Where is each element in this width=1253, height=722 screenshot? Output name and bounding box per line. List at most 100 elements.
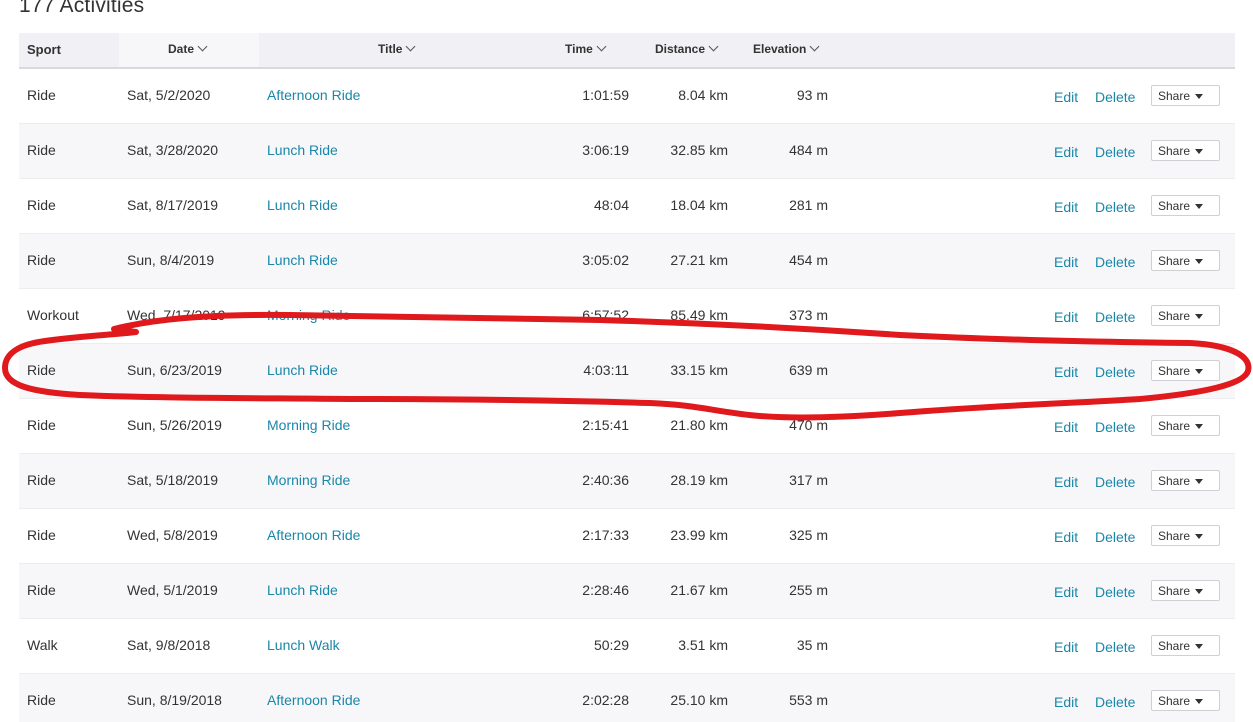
share-button-label: Share [1158, 309, 1191, 323]
chevron-down-icon [596, 41, 607, 52]
share-dropdown-button[interactable]: Share [1151, 140, 1220, 161]
delete-link[interactable]: Delete [1095, 676, 1135, 722]
table-row: Ride Sat, 3/28/2020 Lunch Ride 3:06:19 32.85… [19, 124, 1235, 179]
sport-cell: Ride [27, 527, 56, 543]
column-header-elevation-label: Elevation [753, 42, 807, 56]
column-header-distance[interactable]: Distance [655, 33, 719, 67]
activity-title-link[interactable]: Lunch Ride [267, 234, 338, 286]
share-button-label: Share [1158, 474, 1191, 488]
share-dropdown-button[interactable]: Share [1151, 305, 1220, 326]
distance-cell: 32.85 km [670, 142, 728, 158]
delete-link[interactable]: Delete [1095, 236, 1135, 288]
share-dropdown-button[interactable]: Share [1151, 195, 1220, 216]
time-cell: 4:03:11 [583, 362, 629, 378]
activity-title-link[interactable]: Afternoon Ride [267, 69, 360, 121]
edit-link[interactable]: Edit [1054, 126, 1078, 178]
activity-title-link[interactable]: Morning Ride [267, 289, 350, 341]
column-header-title[interactable]: Title [378, 33, 416, 67]
share-dropdown-button[interactable]: Share [1151, 250, 1220, 271]
table-row: Ride Sat, 8/17/2019 Lunch Ride 48:04 18.04 k… [19, 179, 1235, 234]
edit-link[interactable]: Edit [1054, 566, 1078, 618]
table-body: Ride Sat, 5/2/2020 Afternoon Ride 1:01:59 8.… [19, 69, 1235, 722]
edit-link[interactable]: Edit [1054, 346, 1078, 398]
share-dropdown-button[interactable]: Share [1151, 635, 1220, 656]
time-cell: 3:06:19 [582, 142, 629, 158]
column-header-sport[interactable]: Sport [27, 33, 61, 67]
sport-cell: Ride [27, 692, 56, 708]
time-cell: 48:04 [593, 197, 629, 213]
activity-title-link[interactable]: Morning Ride [267, 399, 350, 451]
caret-down-icon [1195, 534, 1203, 539]
elevation-cell: 325 m [789, 527, 828, 543]
activity-title-link[interactable]: Morning Ride [267, 454, 350, 506]
delete-link[interactable]: Delete [1095, 621, 1135, 673]
date-cell: Sun, 5/26/2019 [127, 417, 222, 433]
table-row: Ride Wed, 5/1/2019 Lunch Ride 2:28:46 21.67 … [19, 564, 1235, 619]
elevation-cell: 639 m [789, 362, 828, 378]
caret-down-icon [1195, 589, 1203, 594]
activity-title-link[interactable]: Lunch Ride [267, 564, 338, 616]
delete-link[interactable]: Delete [1095, 71, 1135, 123]
column-header-time-label: Time [565, 42, 593, 56]
delete-link[interactable]: Delete [1095, 291, 1135, 343]
delete-link[interactable]: Delete [1095, 511, 1135, 563]
sport-cell: Ride [27, 582, 56, 598]
edit-link[interactable]: Edit [1054, 71, 1078, 123]
table-row: Workout Wed, 7/17/2019 Morning Ride 6:57:52… [19, 289, 1235, 344]
delete-link[interactable]: Delete [1095, 346, 1135, 398]
table-row: Ride Sun, 5/26/2019 Morning Ride 2:15:41 21.… [19, 399, 1235, 454]
chevron-down-icon [708, 41, 719, 52]
activity-title-link[interactable]: Afternoon Ride [267, 509, 360, 561]
date-cell: Sat, 3/28/2020 [127, 142, 219, 158]
edit-link[interactable]: Edit [1054, 676, 1078, 722]
edit-link[interactable]: Edit [1054, 236, 1078, 288]
distance-cell: 27.21 km [670, 252, 728, 268]
column-header-date[interactable]: Date [168, 33, 208, 67]
activity-title-link[interactable]: Lunch Ride [267, 179, 338, 231]
table-row: Ride Sat, 5/18/2019 Morning Ride 2:40:36 28.… [19, 454, 1235, 509]
distance-cell: 28.19 km [670, 472, 728, 488]
share-dropdown-button[interactable]: Share [1151, 85, 1220, 106]
column-header-elevation[interactable]: Elevation [753, 33, 820, 67]
elevation-cell: 35 m [796, 637, 828, 653]
edit-link[interactable]: Edit [1054, 456, 1078, 508]
elevation-cell: 255 m [789, 582, 828, 598]
delete-link[interactable]: Delete [1095, 456, 1135, 508]
share-button-label: Share [1158, 419, 1191, 433]
edit-link[interactable]: Edit [1054, 511, 1078, 563]
sport-cell: Workout [27, 307, 79, 323]
caret-down-icon [1195, 699, 1203, 704]
edit-link[interactable]: Edit [1054, 401, 1078, 453]
column-header-time[interactable]: Time [565, 33, 607, 67]
table-row: Walk Sat, 9/8/2018 Lunch Walk 50:29 3.51 km 3… [19, 619, 1235, 674]
delete-link[interactable]: Delete [1095, 401, 1135, 453]
share-dropdown-button[interactable]: Share [1151, 415, 1220, 436]
table-row: Ride Sun, 6/23/2019 Lunch Ride 4:03:11 33.15… [19, 344, 1235, 399]
time-cell: 3:05:02 [582, 252, 629, 268]
delete-link[interactable]: Delete [1095, 566, 1135, 618]
caret-down-icon [1195, 149, 1203, 154]
share-dropdown-button[interactable]: Share [1151, 360, 1220, 381]
elevation-cell: 93 m [796, 87, 828, 103]
table-row: Ride Sun, 8/19/2018 Afternoon Ride 2:02:28 2… [19, 674, 1235, 722]
table-row: Ride Wed, 5/8/2019 Afternoon Ride 2:17:33 23… [19, 509, 1235, 564]
share-dropdown-button[interactable]: Share [1151, 525, 1220, 546]
activity-title-link[interactable]: Lunch Ride [267, 124, 338, 176]
share-dropdown-button[interactable]: Share [1151, 580, 1220, 601]
distance-cell: 8.04 km [678, 87, 728, 103]
column-header-date-label: Date [168, 42, 195, 56]
edit-link[interactable]: Edit [1054, 181, 1078, 233]
edit-link[interactable]: Edit [1054, 291, 1078, 343]
activity-title-link[interactable]: Afternoon Ride [267, 674, 360, 722]
delete-link[interactable]: Delete [1095, 126, 1135, 178]
delete-link[interactable]: Delete [1095, 181, 1135, 233]
activity-title-link[interactable]: Lunch Walk [267, 619, 340, 671]
sport-cell: Ride [27, 87, 56, 103]
sport-cell: Ride [27, 197, 56, 213]
elevation-cell: 470 m [789, 417, 828, 433]
edit-link[interactable]: Edit [1054, 621, 1078, 673]
activity-title-link[interactable]: Lunch Ride [267, 344, 338, 396]
share-dropdown-button[interactable]: Share [1151, 690, 1220, 711]
share-dropdown-button[interactable]: Share [1151, 470, 1220, 491]
caret-down-icon [1195, 644, 1203, 649]
